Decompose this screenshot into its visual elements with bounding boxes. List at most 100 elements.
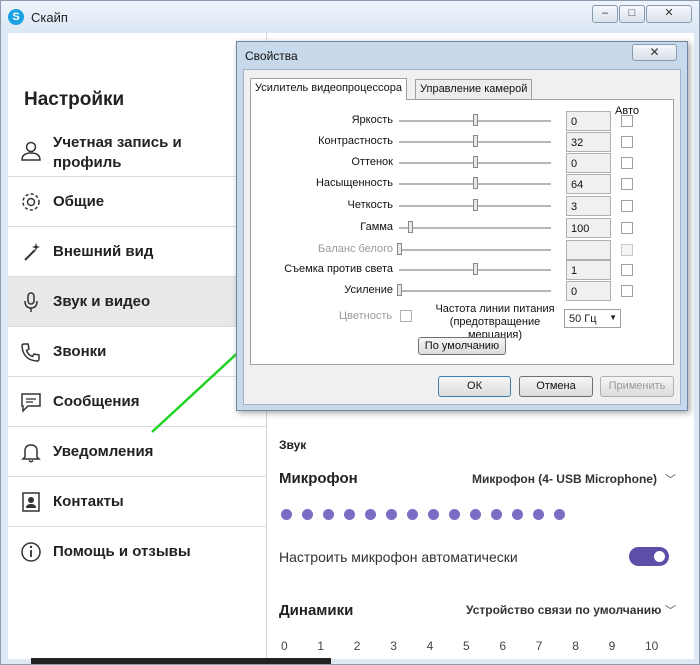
info-icon <box>21 542 41 562</box>
sidebar-item-label: Помощь и отзывы <box>53 543 191 560</box>
mic-level-dot <box>491 509 502 520</box>
dropdown-arrow-icon: ▼ <box>609 313 617 322</box>
property-label: Съемка против света <box>284 263 393 275</box>
taskbar-fragment <box>31 658 331 664</box>
slider-thumb[interactable] <box>408 221 413 233</box>
auto-checkbox[interactable] <box>621 222 633 234</box>
property-value-field[interactable]: 3 <box>566 196 611 216</box>
microphone-device-select[interactable]: Микрофон (4- USB Microphone) <box>472 472 657 486</box>
mic-level-dot <box>428 509 439 520</box>
property-row: Четкость 3 <box>251 196 675 216</box>
auto-checkbox[interactable] <box>621 115 633 127</box>
slider-thumb[interactable] <box>473 177 478 189</box>
sidebar-item-messages[interactable]: Сообщения <box>8 377 266 427</box>
cancel-button[interactable]: Отмена <box>519 376 593 397</box>
sidebar-item-notifications[interactable]: Уведомления <box>8 427 266 477</box>
color-enable-checkbox[interactable] <box>400 310 412 322</box>
tab-video-proc-amp[interactable]: Усилитель видеопроцессора <box>250 78 407 100</box>
maximize-button[interactable]: □ <box>619 5 645 23</box>
volume-tick-label: 4 <box>426 639 434 653</box>
auto-checkbox[interactable] <box>621 200 633 212</box>
volume-tick-label: 0 <box>281 639 288 653</box>
sidebar-item-help[interactable]: Помощь и отзывы <box>8 527 266 577</box>
property-value-field[interactable]: 0 <box>566 281 611 301</box>
sound-section-header: Звук <box>279 438 307 452</box>
property-label: Баланс белого <box>318 243 393 255</box>
volume-tick-label: 2 <box>353 639 361 653</box>
microphone-icon <box>24 292 38 312</box>
slider-thumb[interactable] <box>397 284 402 296</box>
auto-checkbox[interactable] <box>621 136 633 148</box>
phone-icon <box>21 343 40 362</box>
power-frequency-select[interactable]: 50 Гц ▼ <box>564 309 621 328</box>
property-label: Насыщенность <box>315 177 393 189</box>
dialog-close-button[interactable]: ✕ <box>632 44 677 61</box>
auto-checkbox[interactable] <box>621 264 633 276</box>
bell-icon <box>21 444 41 463</box>
sidebar-item-calls[interactable]: Звонки <box>8 327 266 377</box>
mic-level-dot <box>449 509 460 520</box>
slider-thumb[interactable] <box>473 135 478 147</box>
settings-title: Настройки <box>24 89 125 110</box>
sidebar-item-label: Сообщения <box>53 393 140 410</box>
color-enable-label: Цветность <box>339 310 393 322</box>
sidebar-item-general[interactable]: Общие <box>8 177 266 227</box>
contacts-icon <box>22 492 40 512</box>
property-value-field[interactable]: 1 <box>566 260 611 280</box>
volume-tick-label: 6 <box>499 639 507 653</box>
property-row: Гамма 100 <box>251 218 675 238</box>
slider-thumb[interactable] <box>473 114 478 126</box>
slider-thumb[interactable] <box>473 263 478 275</box>
property-value-field[interactable]: 32 <box>566 132 611 152</box>
sidebar-item-label: Внешний вид <box>53 243 154 260</box>
chevron-down-icon[interactable]: ﹀ <box>665 602 676 618</box>
property-row: Яркость 0 <box>251 111 675 131</box>
volume-tick-label: 9 <box>608 639 616 653</box>
property-row: Съемка против света 1 <box>251 260 675 280</box>
auto-checkbox[interactable] <box>621 244 633 256</box>
window-title: Скайп <box>31 10 68 25</box>
sidebar-item-audio-video[interactable]: Звук и видео <box>8 277 266 327</box>
person-icon <box>21 141 41 161</box>
mic-level-dot <box>344 509 355 520</box>
mic-level-dot <box>323 509 334 520</box>
auto-mic-label: Настроить микрофон автоматически <box>279 549 518 565</box>
title-bar[interactable]: S Скайп ‒ □ ✕ <box>1 1 699 33</box>
property-value-field[interactable]: 64 <box>566 174 611 194</box>
sidebar-item-label: Учетная запись и профиль <box>53 134 182 171</box>
property-value-field[interactable]: 0 <box>566 111 611 131</box>
apply-button[interactable]: Применить <box>600 376 674 397</box>
property-slider[interactable] <box>399 227 551 230</box>
property-row: Баланс белого <box>251 240 675 260</box>
slider-thumb[interactable] <box>473 156 478 168</box>
gear-icon <box>22 193 40 211</box>
property-value-field[interactable]: 0 <box>566 153 611 173</box>
auto-checkbox[interactable] <box>621 157 633 169</box>
auto-mic-toggle[interactable] <box>629 547 669 566</box>
tab-camera-control[interactable]: Управление камерой <box>415 79 533 99</box>
slider-thumb <box>397 243 402 255</box>
sidebar-item-appearance[interactable]: Внешний вид <box>8 227 266 277</box>
property-slider[interactable] <box>399 290 551 293</box>
restore-defaults-button[interactable]: По умолчанию <box>418 337 506 355</box>
property-label: Контрастность <box>318 135 393 147</box>
close-window-button[interactable]: ✕ <box>646 5 692 23</box>
minimize-button[interactable]: ‒ <box>592 5 618 23</box>
speakers-device-select[interactable]: Устройство связи по умолчанию <box>466 603 661 617</box>
property-row: Оттенок 0 <box>251 153 675 173</box>
sidebar-item-label: Уведомления <box>53 443 154 460</box>
property-row: Контрастность 32 <box>251 132 675 152</box>
microphone-label: Микрофон <box>279 470 358 487</box>
sidebar-item-label: Контакты <box>53 493 124 510</box>
auto-checkbox[interactable] <box>621 178 633 190</box>
slider-thumb[interactable] <box>473 199 478 211</box>
sidebar-item-account[interactable]: Учетная запись и профиль <box>8 125 266 177</box>
chevron-down-icon[interactable]: ﹀ <box>665 471 676 487</box>
ok-button[interactable]: ОК <box>438 376 511 397</box>
dialog-title: Свойства <box>245 49 298 63</box>
property-row: Насыщенность 64 <box>251 174 675 194</box>
sidebar-item-contacts[interactable]: Контакты <box>8 477 266 527</box>
mic-level-dot <box>470 509 481 520</box>
auto-checkbox[interactable] <box>621 285 633 297</box>
property-value-field[interactable]: 100 <box>566 218 611 238</box>
